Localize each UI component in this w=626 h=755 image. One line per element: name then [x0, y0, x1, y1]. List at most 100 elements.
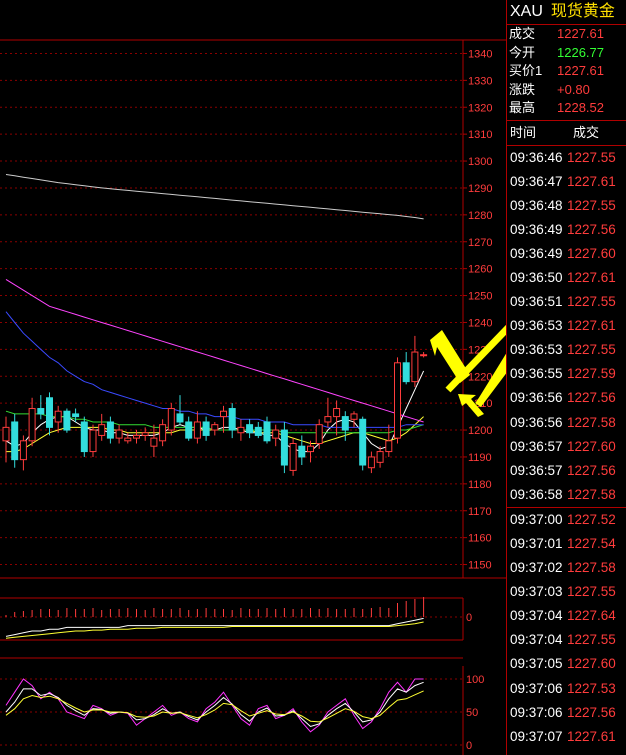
candle — [280, 429, 288, 466]
tick-time: 09:36:57 — [510, 462, 563, 478]
tick-time: 09:36:49 — [510, 245, 563, 261]
quote-label: 买价1 — [509, 63, 543, 78]
quote-row: 买价1 1227.61 — [507, 62, 626, 81]
quote-row: 成交 1227.61 — [507, 25, 626, 44]
tick-time: 09:36:47 — [510, 173, 563, 189]
tick-row: 09:36:47 1227.61 — [507, 170, 626, 194]
candle — [324, 416, 332, 423]
tick-time: 09:36:56 — [510, 390, 563, 406]
tick-time: 09:37:05 — [510, 656, 563, 672]
y-tick-label: 1220 — [468, 371, 492, 383]
oscillator-tick-label: 50 — [466, 707, 478, 719]
candle — [72, 413, 80, 418]
candle — [141, 432, 149, 436]
y-tick-label: 1290 — [468, 183, 492, 195]
moving-average-line — [5, 278, 424, 423]
candle — [289, 443, 297, 471]
tick-row: 09:37:00 1227.52 — [507, 506, 626, 532]
candle — [315, 424, 323, 445]
tick-list[interactable]: 09:36:46 1227.55 09:36:47 1227.61 09:36:48 12… — [507, 146, 626, 749]
candle — [19, 440, 27, 461]
instrument-name: 现货黄金 — [550, 3, 615, 20]
tick-row: 09:36:48 1227.55 — [507, 194, 626, 218]
candle — [263, 421, 271, 442]
tick-time: 09:36:56 — [510, 414, 563, 430]
tick-row: 09:36:53 1227.61 — [507, 314, 626, 338]
tick-row: 09:36:57 1227.60 — [507, 435, 626, 459]
tick-row: 09:36:55 1227.59 — [507, 362, 626, 386]
tick-time: 09:36:53 — [510, 342, 563, 358]
y-tick-label: 1260 — [468, 264, 492, 276]
tick-time: 09:37:06 — [510, 704, 563, 720]
tick-row: 09:36:46 1227.55 — [507, 146, 626, 170]
tick-time: 09:37:03 — [510, 584, 563, 600]
tick-time: 09:36:48 — [510, 197, 563, 213]
candle — [367, 456, 375, 469]
candle — [133, 434, 140, 439]
y-tick-label: 1190 — [468, 452, 492, 464]
candle — [359, 418, 367, 466]
quote-value: 1227.61 — [557, 26, 604, 41]
tick-row: 09:37:07 1227.61 — [507, 725, 626, 749]
tick-row: 09:37:05 1227.60 — [507, 652, 626, 676]
tick-row: 09:36:50 1227.61 — [507, 266, 626, 290]
volume-tick-label: 0 — [466, 612, 472, 624]
candle — [220, 410, 227, 418]
tick-price: 1227.58 — [567, 414, 616, 430]
candle — [176, 413, 184, 423]
candle — [11, 421, 19, 461]
oscillator-tick-label: 100 — [466, 674, 484, 686]
tick-row: 09:36:49 1227.56 — [507, 218, 626, 242]
tick-row: 09:37:02 1227.58 — [507, 556, 626, 580]
tick-time: 09:36:57 — [510, 438, 563, 454]
y-tick-label: 1310 — [468, 129, 492, 141]
tick-row: 09:36:58 1227.58 — [507, 483, 626, 507]
candle — [420, 354, 428, 357]
tick-time: 09:36:55 — [510, 366, 563, 382]
tick-time: 09:37:04 — [510, 608, 563, 624]
quote-label: 成交 — [509, 26, 536, 41]
candle — [394, 362, 401, 439]
y-tick-label: 1170 — [468, 506, 492, 518]
tick-price: 1227.60 — [567, 438, 616, 454]
ticks-header-price: 成交 — [573, 124, 600, 140]
instrument-symbol: XAU — [510, 3, 543, 20]
quote-label: 最高 — [509, 100, 536, 115]
ticks-header-time: 时间 — [510, 124, 537, 140]
tick-row: 09:37:04 1227.64 — [507, 604, 626, 628]
candle — [80, 421, 88, 453]
y-tick-label: 1270 — [468, 237, 492, 249]
tick-time: 09:37:00 — [510, 511, 563, 527]
candle — [202, 421, 210, 436]
candle — [46, 397, 53, 428]
y-tick-label: 1200 — [468, 425, 492, 437]
tick-price: 1227.60 — [567, 656, 616, 672]
tick-row: 09:36:49 1227.60 — [507, 242, 626, 266]
tick-row: 09:36:57 1227.56 — [507, 459, 626, 483]
quote-label: 今开 — [509, 44, 536, 60]
tick-price: 1227.54 — [567, 536, 616, 551]
tick-time: 09:36:51 — [510, 294, 563, 310]
y-tick-label: 1240 — [468, 317, 492, 329]
y-tick-label: 1180 — [468, 479, 492, 491]
tick-price: 1227.61 — [567, 728, 616, 744]
tick-time: 09:37:02 — [510, 560, 563, 576]
tick-row: 09:36:56 1227.56 — [507, 386, 626, 410]
candle — [115, 429, 123, 439]
oscillator-tick-label: 0 — [466, 740, 472, 752]
quote-label: 涨跌 — [509, 81, 536, 97]
y-tick-label: 1150 — [468, 560, 492, 572]
y-tick-label: 1280 — [468, 210, 492, 222]
quote-panel: 成交 1227.61 今开 1226.77 买价1 1227.61 涨跌 +0.80 最高 122… — [507, 25, 626, 121]
quote-sidebar: XAU 现货黄金 成交 1227.61 今开 1226.77 买价1 1227.61 涨跌 +0… — [506, 0, 626, 755]
tick-price: 1227.59 — [567, 366, 616, 382]
y-tick-label: 1320 — [468, 102, 492, 114]
quote-row: 涨跌 +0.80 — [507, 81, 626, 100]
instrument-header: XAU 现货黄金 — [507, 0, 626, 25]
tick-time: 09:36:50 — [510, 269, 563, 285]
y-tick-label: 1300 — [468, 156, 492, 168]
candle — [237, 426, 245, 434]
tick-price: 1227.52 — [567, 511, 616, 527]
tick-price: 1227.61 — [567, 269, 616, 285]
y-tick-label: 1330 — [468, 75, 492, 87]
